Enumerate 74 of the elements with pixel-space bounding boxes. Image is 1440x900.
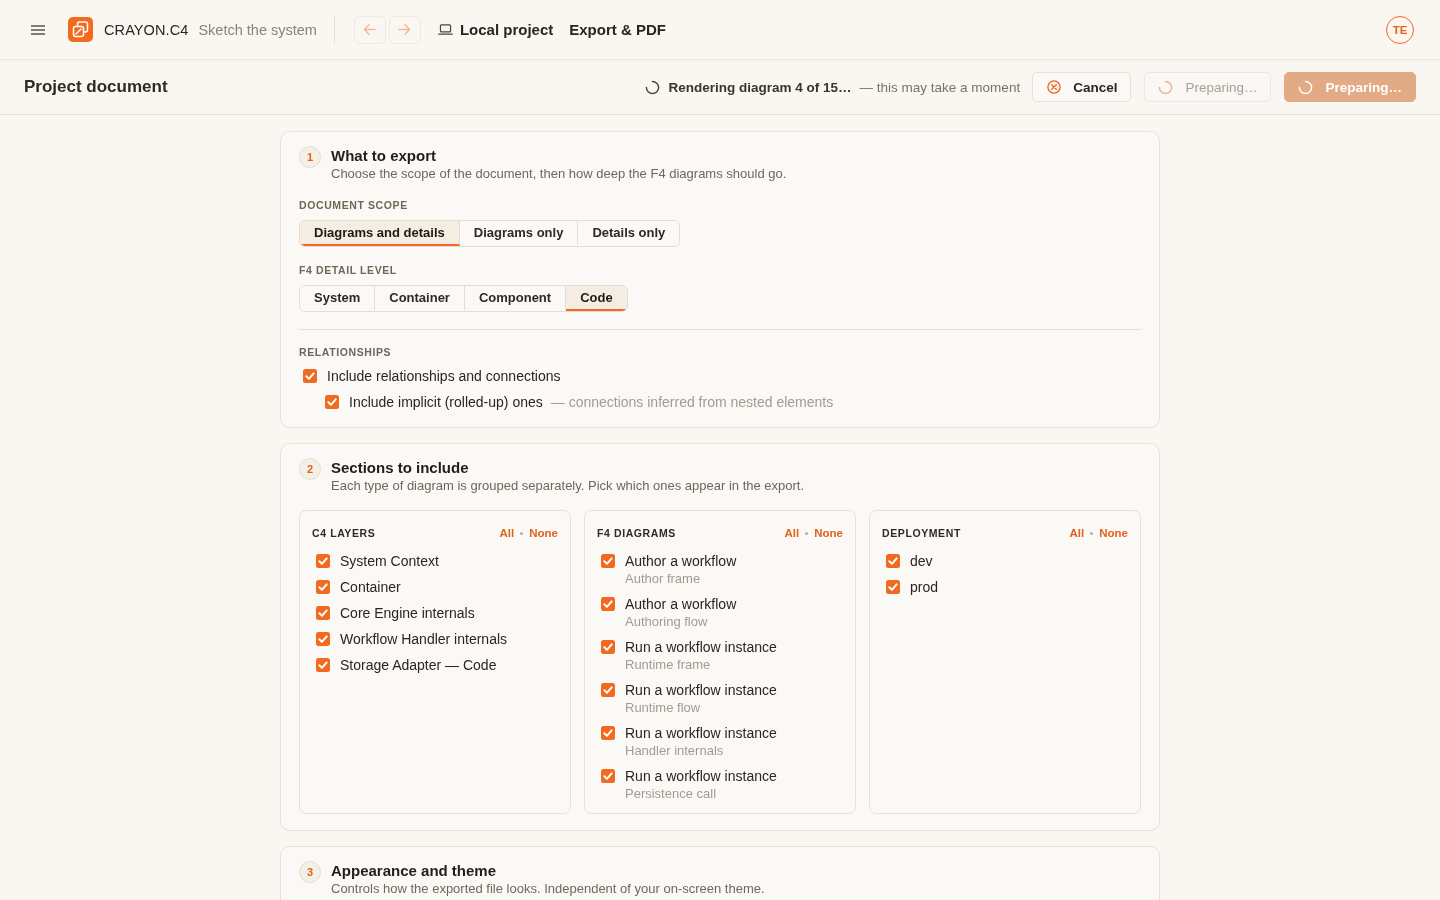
checkbox[interactable]: [316, 554, 330, 568]
arrow-right-icon: [398, 23, 412, 36]
checkbox[interactable]: [601, 597, 615, 611]
field-label: RELATIONSHIPS: [299, 345, 393, 359]
checkbox-label: Run a workflow instance: [625, 639, 777, 656]
menu-icon[interactable]: [31, 24, 45, 35]
checkbox[interactable]: [601, 683, 615, 697]
item-detail: Authoring flow: [625, 613, 709, 630]
section-title: Appearance and theme: [331, 862, 498, 880]
checkbox-label: Include relationships and connections: [327, 367, 561, 385]
spinner-icon: [1298, 79, 1314, 95]
logo-icon: [68, 17, 93, 42]
hint-text: — connections inferred from nested elements: [550, 394, 834, 410]
checkbox[interactable]: [886, 580, 900, 594]
segment-tab[interactable]: Diagrams and details: [300, 221, 460, 246]
checkbox-label: Include implicit (rolled-up) ones: [349, 393, 543, 411]
checkbox-label: Author a workflow: [625, 553, 737, 570]
checkbox[interactable]: [601, 554, 615, 568]
laptop-icon: [437, 24, 453, 35]
close-icon: [1047, 80, 1062, 94]
group-title: C4 LAYERS: [312, 527, 376, 539]
checkbox[interactable]: [886, 554, 900, 568]
spinner-icon: [1158, 79, 1174, 95]
checkbox[interactable]: [316, 658, 330, 672]
checkbox-label: dev: [910, 553, 933, 570]
checkbox[interactable]: [303, 369, 317, 383]
checkbox[interactable]: [316, 606, 330, 620]
section-title: Sections to include: [331, 459, 470, 477]
segment-tab[interactable]: System: [300, 286, 376, 311]
item-detail: Runtime frame: [625, 656, 712, 673]
nav-link[interactable]: Local project: [437, 21, 554, 38]
item-detail: Author frame: [625, 570, 702, 587]
dot-icon: [520, 531, 524, 535]
cancel-button[interactable]: Cancel: [1032, 72, 1132, 102]
arrow-left-icon: [363, 23, 377, 36]
checkbox-label: prod: [910, 579, 939, 596]
tagline: Sketch the system: [198, 21, 317, 38]
item-detail: Runtime flow: [625, 699, 702, 716]
progress-note: — this may take a moment: [859, 79, 1021, 95]
group-title: F4 DIAGRAMS: [597, 527, 676, 539]
group-title: DEPLOYMENT: [882, 527, 961, 539]
nav-link[interactable]: Export & PDF: [569, 21, 666, 38]
field-label: F4 DETAIL LEVEL: [299, 263, 398, 277]
dot-icon: [805, 531, 809, 535]
item-detail: Persistence call: [625, 785, 718, 802]
section-title: What to export: [331, 147, 437, 165]
checkbox[interactable]: [601, 726, 615, 740]
checkbox-label: Workflow Handler internals: [340, 631, 508, 648]
checkbox[interactable]: [325, 395, 339, 409]
section-description: Controls how the exported file looks. Independent of your on-screen theme.: [331, 881, 765, 897]
dot-icon: [1090, 531, 1094, 535]
step-number: 3: [299, 861, 321, 883]
step-number: 2: [299, 458, 321, 480]
page-title: Project document: [24, 77, 168, 97]
item-detail: Handler internals: [625, 742, 725, 759]
checkbox-label: Run a workflow instance: [625, 768, 777, 785]
checkbox[interactable]: [601, 640, 615, 654]
checkbox-label: Storage Adapter — Code: [340, 657, 497, 674]
checkbox-label: Run a workflow instance: [625, 725, 777, 742]
checkbox-label: Container: [340, 579, 401, 596]
section-description: Each type of diagram is grouped separately. Pick which ones appear in the export.: [331, 478, 805, 494]
progress-text: Rendering diagram 4 of 15…: [668, 79, 852, 95]
brand-name: CRAYON.C4: [104, 21, 189, 38]
field-label: DOCUMENT SCOPE: [299, 198, 409, 212]
section-description: Choose the scope of the document, then how deep the F4 diagrams should go.: [331, 166, 787, 182]
segment-tab[interactable]: Code: [566, 286, 627, 311]
checkbox-label: Core Engine internals: [340, 605, 475, 622]
checkbox-label: System Context: [340, 553, 439, 570]
checkbox[interactable]: [316, 632, 330, 646]
checkbox-label: Author a workflow: [625, 596, 737, 613]
checkbox[interactable]: [316, 580, 330, 594]
step-number: 1: [299, 146, 321, 168]
checkbox-label: Run a workflow instance: [625, 682, 777, 699]
checkbox[interactable]: [601, 769, 615, 783]
